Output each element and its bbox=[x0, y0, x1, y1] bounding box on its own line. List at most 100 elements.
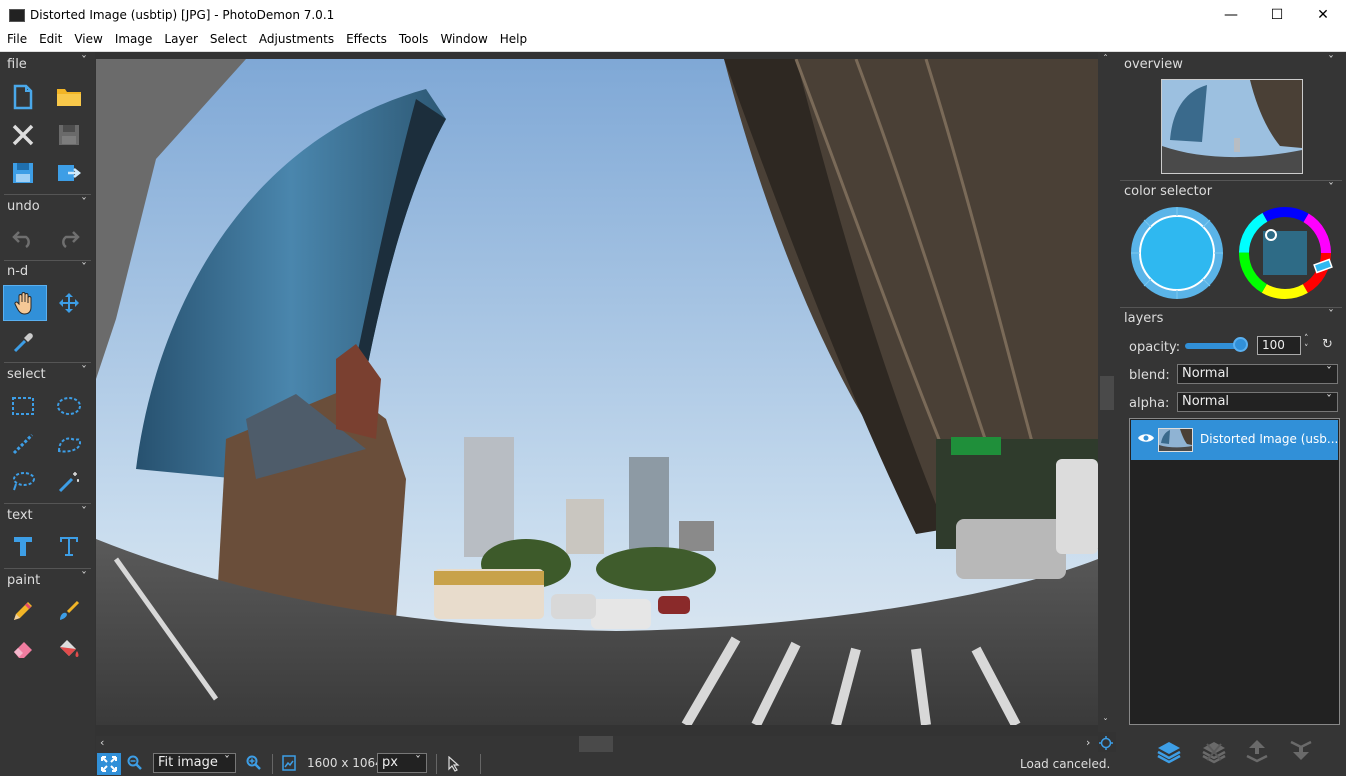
save-button[interactable] bbox=[52, 118, 86, 152]
menu-window[interactable]: Window bbox=[433, 30, 492, 46]
opacity-input[interactable]: 100 bbox=[1257, 336, 1301, 355]
paintbrush-tool[interactable] bbox=[52, 594, 86, 628]
fit-to-window-button[interactable] bbox=[97, 753, 121, 775]
menu-image[interactable]: Image bbox=[108, 30, 158, 46]
lasso-icon bbox=[13, 472, 35, 491]
color-picker-tool[interactable] bbox=[6, 326, 40, 360]
horizontal-scroll-thumb[interactable] bbox=[579, 736, 613, 752]
menu-select[interactable]: Select bbox=[203, 30, 252, 46]
hue-wheel[interactable] bbox=[1237, 205, 1333, 301]
polygon-select-tool[interactable] bbox=[52, 427, 86, 461]
hand-tool[interactable] bbox=[3, 285, 47, 321]
zoom-dropdown[interactable]: Fit image ˇ bbox=[153, 753, 236, 773]
magic-wand-tool[interactable] bbox=[52, 465, 86, 499]
fill-tool[interactable] bbox=[52, 632, 86, 666]
eraser-tool[interactable] bbox=[6, 632, 40, 666]
scroll-up-icon[interactable]: ˆ bbox=[1103, 54, 1108, 65]
close-image-button[interactable] bbox=[6, 118, 40, 152]
crosshair-icon bbox=[1099, 736, 1113, 750]
unit-dropdown[interactable]: px ˇ bbox=[377, 753, 427, 773]
ellipse-select-tool[interactable] bbox=[52, 389, 86, 423]
layers-header[interactable]: layers bbox=[1124, 311, 1163, 326]
move-layer-down-button[interactable] bbox=[1289, 738, 1313, 767]
pencil-tool[interactable] bbox=[6, 594, 40, 628]
menu-tools[interactable]: Tools bbox=[392, 30, 434, 46]
move-tool[interactable] bbox=[52, 286, 86, 320]
menu-layer[interactable]: Layer bbox=[157, 30, 202, 46]
move-icon bbox=[59, 293, 79, 313]
chevron-down-icon: ˇ bbox=[81, 261, 87, 275]
minimize-button[interactable]: — bbox=[1208, 0, 1254, 30]
horizontal-scrollbar[interactable]: ‹ › bbox=[96, 736, 1098, 752]
ellipse-select-icon bbox=[57, 397, 81, 415]
chevron-down-icon[interactable]: ˇ bbox=[1328, 181, 1334, 195]
zoom-in-button[interactable] bbox=[246, 755, 262, 774]
opacity-spinner[interactable]: ˄ ˅ bbox=[1304, 334, 1309, 354]
scroll-down-icon[interactable]: ˇ bbox=[1103, 718, 1108, 729]
undo-button[interactable] bbox=[6, 221, 40, 255]
blend-mode-dropdown[interactable]: Normal ˇ bbox=[1177, 364, 1338, 384]
lasso-select-tool[interactable] bbox=[6, 465, 40, 499]
divider bbox=[4, 194, 91, 195]
rectangle-select-tool[interactable] bbox=[6, 389, 40, 423]
vertical-scroll-thumb[interactable] bbox=[1100, 376, 1114, 410]
alpha-mode-dropdown[interactable]: Normal ˇ bbox=[1177, 392, 1338, 412]
vertical-scrollbar[interactable]: ˆ ˇ bbox=[1098, 52, 1116, 732]
chevron-down-icon[interactable]: ˇ bbox=[1328, 308, 1334, 322]
redo-button[interactable] bbox=[52, 221, 86, 255]
zoom-out-button[interactable] bbox=[127, 755, 143, 774]
section-file[interactable]: file ˇ bbox=[0, 54, 95, 74]
save-as-button[interactable] bbox=[6, 156, 40, 190]
divider bbox=[480, 754, 481, 774]
color-selector-header[interactable]: color selector bbox=[1124, 184, 1212, 199]
scroll-right-icon[interactable]: › bbox=[1086, 736, 1090, 749]
scroll-left-icon[interactable]: ‹ bbox=[100, 736, 104, 749]
section-text[interactable]: text ˇ bbox=[0, 505, 95, 525]
image-canvas[interactable] bbox=[96, 59, 1098, 725]
maximize-button[interactable]: ☐ bbox=[1254, 0, 1300, 30]
menu-help[interactable]: Help bbox=[493, 30, 532, 46]
arrow-down-icon bbox=[1290, 740, 1312, 760]
section-select[interactable]: select ˇ bbox=[0, 364, 95, 384]
redo-icon bbox=[62, 231, 80, 248]
menu-adjustments[interactable]: Adjustments bbox=[252, 30, 339, 46]
reset-icon[interactable]: ↻ bbox=[1322, 337, 1333, 352]
menu-file[interactable]: File bbox=[0, 30, 32, 46]
overview-header[interactable]: overview bbox=[1124, 57, 1183, 72]
text-serif-icon bbox=[60, 537, 78, 556]
save-as-icon bbox=[13, 163, 33, 183]
close-button[interactable]: ✕ bbox=[1300, 0, 1346, 30]
typography-text-tool[interactable] bbox=[52, 529, 86, 563]
menu-view[interactable]: View bbox=[67, 30, 107, 46]
section-paint[interactable]: paint ˇ bbox=[0, 570, 95, 590]
section-nd[interactable]: n-d ˇ bbox=[0, 261, 95, 281]
section-undo[interactable]: undo ˇ bbox=[0, 196, 95, 216]
cursor-position-icon bbox=[448, 755, 460, 775]
eye-icon[interactable] bbox=[1137, 431, 1155, 448]
divider bbox=[4, 362, 91, 363]
layers-list[interactable]: Distorted Image (usb... bbox=[1129, 418, 1340, 725]
export-button[interactable] bbox=[52, 156, 86, 190]
menu-effects[interactable]: Effects bbox=[339, 30, 392, 46]
chevron-down-icon: ˇ bbox=[1326, 365, 1332, 379]
divider bbox=[1120, 180, 1342, 181]
add-layer-button[interactable] bbox=[1156, 738, 1182, 767]
line-select-tool[interactable] bbox=[6, 427, 40, 461]
opacity-slider-knob[interactable] bbox=[1233, 337, 1248, 352]
eraser-icon bbox=[14, 642, 32, 658]
menu-edit[interactable]: Edit bbox=[32, 30, 67, 46]
overview-thumbnail[interactable] bbox=[1161, 79, 1303, 174]
move-layer-up-button[interactable] bbox=[1245, 738, 1269, 767]
chevron-down-icon[interactable]: ˇ bbox=[1328, 54, 1334, 68]
basic-text-tool[interactable] bbox=[6, 529, 40, 563]
open-image-button[interactable] bbox=[52, 80, 86, 114]
overview-image bbox=[1162, 80, 1302, 173]
layer-row[interactable]: Distorted Image (usb... bbox=[1131, 420, 1338, 460]
divider bbox=[4, 503, 91, 504]
center-view-button[interactable] bbox=[1099, 736, 1113, 750]
delete-layer-button[interactable] bbox=[1201, 738, 1227, 767]
new-image-button[interactable] bbox=[6, 80, 40, 114]
delete-layer-icon bbox=[1202, 742, 1226, 764]
primary-color-well[interactable] bbox=[1129, 205, 1225, 301]
layer-name[interactable]: Distorted Image (usb... bbox=[1200, 432, 1338, 446]
